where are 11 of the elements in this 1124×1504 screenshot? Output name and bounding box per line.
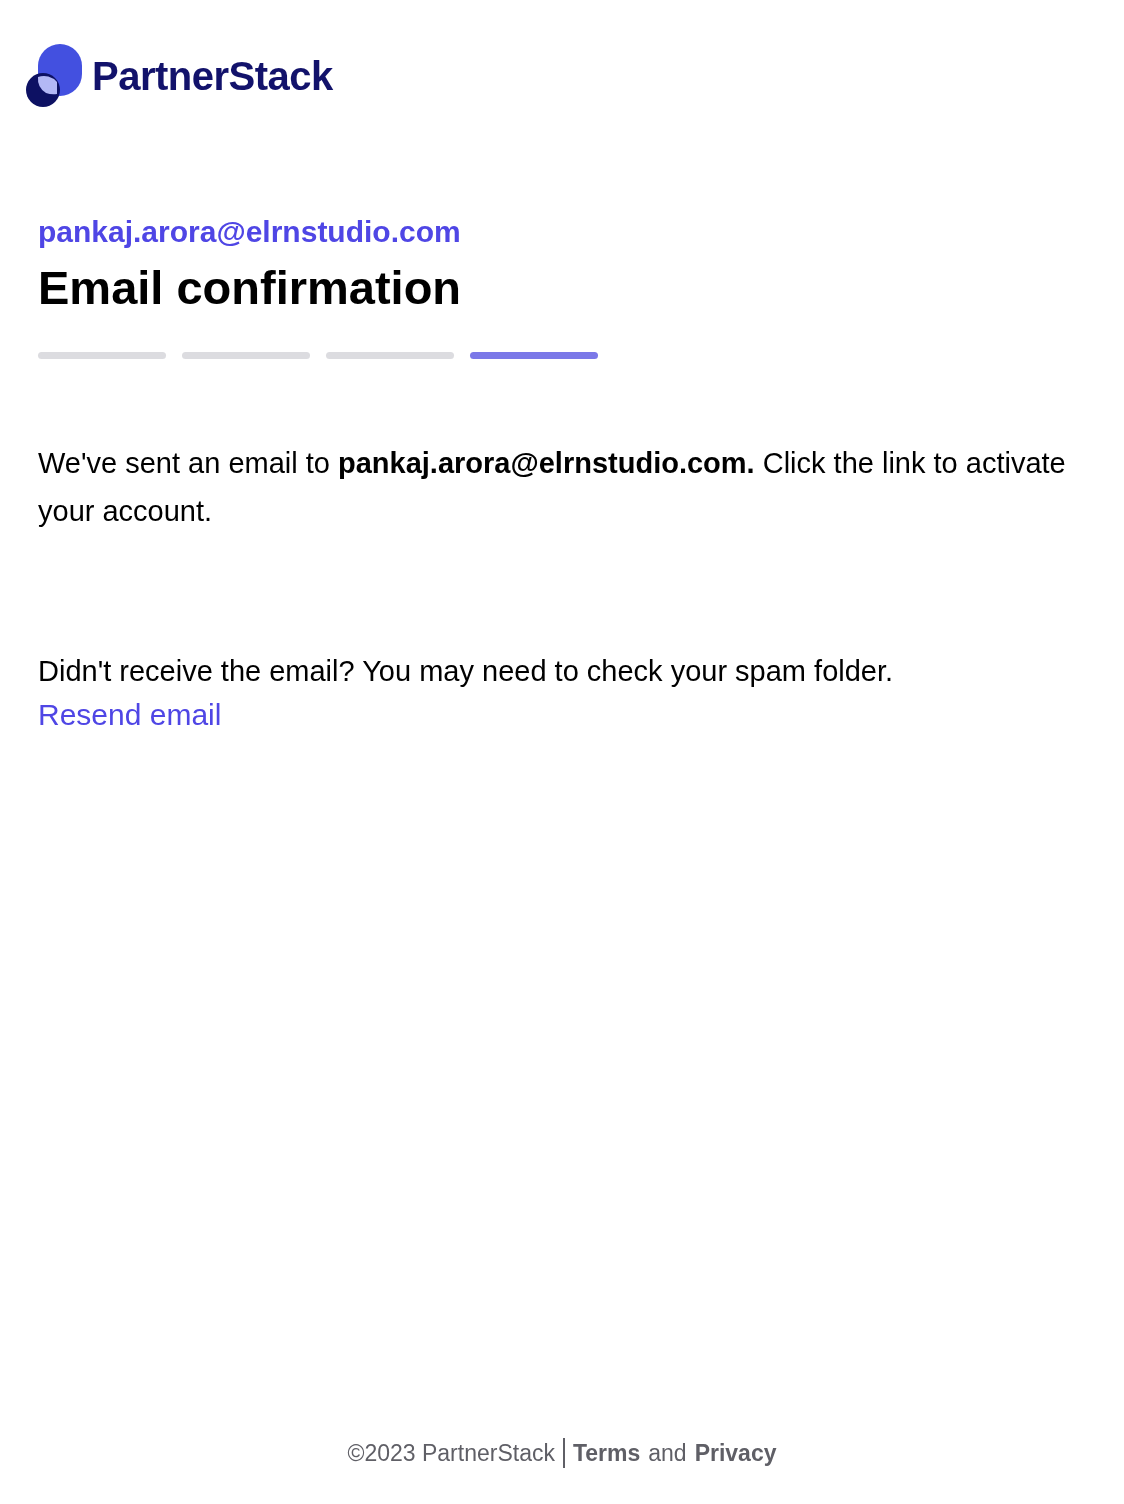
logo-icon — [26, 44, 82, 108]
account-email: pankaj.arora@elrnstudio.com — [38, 214, 462, 250]
confirmation-message: We've sent an email to pankaj.arora@elrnstudio.com. Click the link to activate your account. — [38, 446, 1067, 529]
resend-prompt: Didn't receive the email? You may need to check your spam folder. — [38, 654, 895, 689]
logo-wordmark: PartnerStack — [92, 53, 333, 100]
footer-text: and — [648, 1438, 687, 1468]
resend-email-link[interactable]: Resend email — [38, 698, 222, 731]
privacy-link[interactable]: Privacy — [694, 1435, 777, 1470]
page-title: Email confirmation — [38, 260, 463, 316]
copyright-text: ©2023 PartnerStack — [347, 1438, 555, 1468]
terms-link[interactable]: Terms — [572, 1435, 641, 1470]
